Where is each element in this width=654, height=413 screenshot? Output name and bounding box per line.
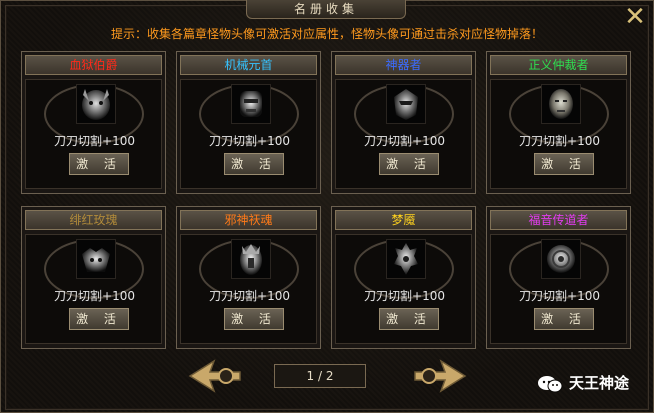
card-attribute: 刀刀切割+100 bbox=[364, 289, 445, 303]
card-body: 刀刀切割+100 激 活 bbox=[490, 234, 627, 344]
card-name: 正义仲裁者 bbox=[490, 55, 627, 75]
monster-card: 邪神祆魂 刀刀切割+100 激 活 bbox=[176, 206, 321, 349]
card-name: 机械元首 bbox=[180, 55, 317, 75]
card-body: 刀刀切割+100 激 活 bbox=[335, 79, 472, 189]
activate-button[interactable]: 激 活 bbox=[534, 153, 594, 175]
monster-card: 正义仲裁者 刀刀切割+100 激 活 bbox=[486, 51, 631, 194]
demon-head-icon bbox=[76, 84, 116, 124]
card-attribute: 刀刀切割+100 bbox=[54, 289, 135, 303]
card-body: 刀刀切割+100 激 活 bbox=[180, 234, 317, 344]
card-body: 刀刀切割+100 激 活 bbox=[490, 79, 627, 189]
activate-button[interactable]: 激 活 bbox=[534, 308, 594, 330]
card-attribute: 刀刀切割+100 bbox=[54, 134, 135, 148]
evil-god-icon bbox=[231, 239, 271, 279]
stone-face-icon bbox=[541, 84, 581, 124]
next-page-arrow-icon[interactable] bbox=[407, 357, 467, 395]
watermark: 天王神途 bbox=[537, 372, 629, 394]
monster-card: 机械元首 刀刀切割+100 激 活 bbox=[176, 51, 321, 194]
monster-card: 绯红玫瑰 刀刀切割+100 激 活 bbox=[21, 206, 166, 349]
nightmare-icon bbox=[386, 239, 426, 279]
window-title: 名册收集 bbox=[246, 0, 406, 19]
card-name: 绯红玫瑰 bbox=[25, 210, 162, 230]
card-body: 刀刀切割+100 激 活 bbox=[25, 234, 162, 344]
card-attribute: 刀刀切割+100 bbox=[209, 289, 290, 303]
card-name: 神器者 bbox=[335, 55, 472, 75]
monster-card: 梦魇 刀刀切割+100 激 活 bbox=[331, 206, 476, 349]
monster-card: 福音传道者 刀刀切割+100 激 活 bbox=[486, 206, 631, 349]
card-body: 刀刀切割+100 激 活 bbox=[335, 234, 472, 344]
activate-button[interactable]: 激 活 bbox=[224, 308, 284, 330]
activate-button[interactable]: 激 活 bbox=[69, 153, 129, 175]
card-name: 邪神祆魂 bbox=[180, 210, 317, 230]
activate-button[interactable]: 激 活 bbox=[379, 153, 439, 175]
activate-button[interactable]: 激 活 bbox=[379, 308, 439, 330]
card-name: 福音传道者 bbox=[490, 210, 627, 230]
card-name: 梦魇 bbox=[335, 210, 472, 230]
card-body: 刀刀切割+100 激 活 bbox=[180, 79, 317, 189]
card-attribute: 刀刀切割+100 bbox=[519, 134, 600, 148]
page-indicator: 1 / 2 bbox=[274, 364, 366, 388]
wechat-icon bbox=[537, 374, 563, 394]
armored-head-icon bbox=[386, 84, 426, 124]
card-attribute: 刀刀切割+100 bbox=[209, 134, 290, 148]
activate-button[interactable]: 激 活 bbox=[224, 153, 284, 175]
rose-head-icon bbox=[76, 239, 116, 279]
activate-button[interactable]: 激 活 bbox=[69, 308, 129, 330]
hint-text: 提示：收集各篇章怪物头像可激活对应属性，怪物头像可通过击杀对应怪物掉落！ bbox=[110, 27, 543, 41]
monster-card: 神器者 刀刀切割+100 激 活 bbox=[331, 51, 476, 194]
evangelist-icon bbox=[541, 239, 581, 279]
mech-head-icon bbox=[231, 84, 271, 124]
prev-page-arrow-icon[interactable] bbox=[188, 357, 248, 395]
card-name: 血狱伯爵 bbox=[25, 55, 162, 75]
watermark-text: 天王神途 bbox=[569, 374, 630, 392]
card-body: 刀刀切割+100 激 活 bbox=[25, 79, 162, 189]
card-attribute: 刀刀切割+100 bbox=[364, 134, 445, 148]
card-attribute: 刀刀切割+100 bbox=[519, 289, 600, 303]
monster-card: 血狱伯爵 刀刀切割+100 激 活 bbox=[21, 51, 166, 194]
